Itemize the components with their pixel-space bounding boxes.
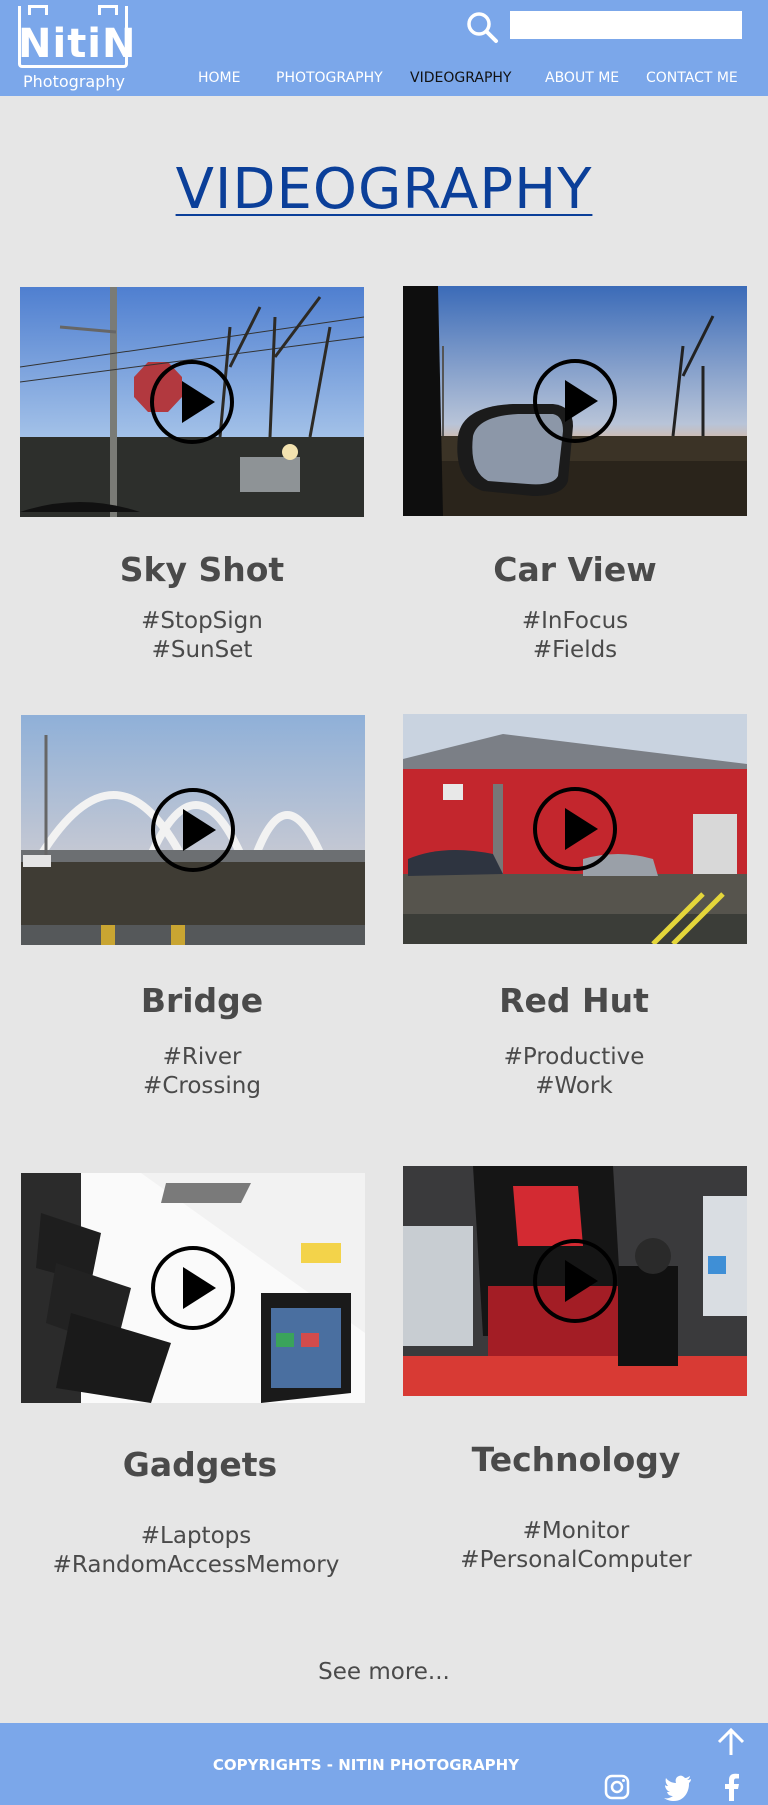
play-icon[interactable] — [532, 358, 618, 444]
video-tag: #RandomAccessMemory — [52, 1552, 340, 1578]
video-title: Gadgets — [122, 1445, 278, 1484]
site-logo[interactable]: NitiN Photography — [18, 5, 137, 92]
play-icon[interactable] — [150, 787, 236, 873]
nav-videography[interactable]: VIDEOGRAPHY — [410, 70, 511, 86]
video-tag: #PersonalComputer — [460, 1547, 692, 1573]
video-tag: #Crossing — [143, 1073, 261, 1099]
video-tag: #InFocus — [521, 608, 629, 634]
video-title: Car View — [493, 550, 657, 589]
video-title: Technology — [471, 1440, 681, 1479]
video-thumbnail-red-hut[interactable] — [403, 714, 747, 944]
nav-photography[interactable]: PHOTOGRAPHY — [276, 70, 383, 86]
video-tag: #Fields — [532, 637, 618, 663]
nav-home[interactable]: HOME — [198, 70, 240, 86]
video-tag: #SunSet — [151, 637, 253, 663]
play-icon[interactable] — [149, 359, 235, 445]
logo-subtitle: Photography — [23, 72, 125, 91]
nav-about-me[interactable]: ABOUT ME — [545, 70, 619, 86]
search-input[interactable] — [510, 11, 742, 39]
video-tag: #Monitor — [522, 1518, 630, 1544]
facebook-icon[interactable] — [720, 1773, 748, 1801]
video-thumbnail-bridge[interactable] — [21, 715, 365, 945]
video-thumbnail-car-view[interactable] — [403, 286, 747, 516]
copyright-text: COPYRIGHTS - NITIN PHOTOGRAPHY — [212, 1756, 520, 1774]
search-icon[interactable] — [465, 10, 499, 44]
video-tag: #Work — [535, 1073, 613, 1099]
logo-camera-bump — [28, 5, 48, 15]
play-icon[interactable] — [150, 1245, 236, 1331]
video-thumbnail-technology[interactable] — [403, 1166, 747, 1396]
page-title-text: VIDEOGRAPHY — [175, 157, 593, 222]
page-title: VIDEOGRAPHY — [0, 158, 768, 222]
video-title: Red Hut — [499, 981, 649, 1020]
see-more-link[interactable]: See more... — [0, 1656, 768, 1688]
video-tag: #StopSign — [141, 608, 263, 634]
logo-camera-bump — [98, 5, 118, 15]
nav-contact-me[interactable]: CONTACT ME — [646, 70, 738, 86]
video-title: Sky Shot — [119, 550, 285, 589]
video-tag: #Laptops — [140, 1523, 252, 1549]
arrow-up-icon[interactable] — [716, 1727, 746, 1757]
logo-name: NitiN — [18, 21, 137, 67]
video-tag: #River — [162, 1044, 242, 1070]
video-title: Bridge — [140, 981, 264, 1020]
site-header: NitiN Photography HOME PHOTOGRAPHY VIDEO… — [0, 0, 768, 96]
play-icon[interactable] — [532, 1238, 618, 1324]
play-icon[interactable] — [532, 786, 618, 872]
twitter-icon[interactable] — [663, 1773, 691, 1801]
video-thumbnail-gadgets[interactable] — [21, 1173, 365, 1403]
instagram-icon[interactable] — [603, 1773, 631, 1801]
site-footer: COPYRIGHTS - NITIN PHOTOGRAPHY — [0, 1723, 768, 1805]
video-tag: #Productive — [503, 1044, 645, 1070]
video-thumbnail-sky-shot[interactable] — [20, 287, 364, 517]
